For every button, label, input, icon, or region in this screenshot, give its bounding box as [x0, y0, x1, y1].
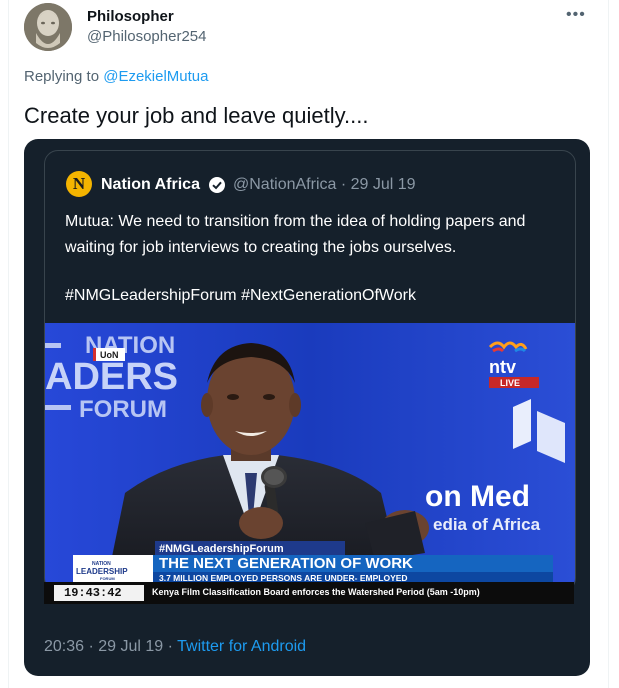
display-name[interactable]: Philosopher [87, 8, 174, 25]
tweet-text: Create your job and leave quietly.... [24, 103, 369, 128]
quoted-footer: 20:36 · 29 Jul 19 · Twitter for Android [44, 638, 306, 656]
user-handle[interactable]: @Philosopher254 [87, 28, 206, 45]
embedded-screenshot[interactable]: N Nation Africa @NationAfrica · 29 Jul 1… [24, 139, 590, 676]
quoted-display-name: Nation Africa [101, 176, 200, 193]
broadcast-clock: 19:43:42 [64, 586, 122, 600]
live-badge: LIVE [500, 378, 520, 388]
broadcast-headline: THE NEXT GENERATION OF WORK [159, 555, 413, 572]
uon-tag: UoN [100, 350, 119, 360]
quoted-hashtags: #NMGLeadershipForum #NextGenerationOfWor… [65, 287, 416, 304]
verified-badge-icon [209, 177, 225, 193]
footer-time: 20:36 · 29 Jul 19 · [44, 638, 178, 655]
quoted-text: Mutua: We need to transition from the id… [65, 213, 526, 256]
backdrop-line3: FORUM [79, 396, 167, 423]
broadcast-frame: NATION ADERS FORUM on Med edia of Africa… [45, 323, 575, 591]
quoted-tweet[interactable]: N Nation Africa @NationAfrica · 29 Jul 1… [44, 150, 576, 592]
nation-africa-logo-icon: N [66, 171, 92, 197]
broadcast-ticker: Kenya Film Classification Board enforces… [152, 587, 480, 597]
forum-badge-mid: LEADERSHIP [76, 567, 128, 576]
forum-badge-bot: FORUM [100, 576, 115, 581]
more-options-icon[interactable]: ••• [566, 6, 586, 24]
broadcast-image: NATION ADERS FORUM on Med edia of Africa… [45, 323, 575, 591]
backdrop-right2: edia of Africa [433, 515, 541, 534]
replying-to: Replying to @EzekielMutua [24, 68, 209, 85]
backdrop-right1: on Med [425, 480, 530, 513]
footer-source[interactable]: Twitter for Android [177, 638, 306, 655]
backdrop-line2: ADERS [45, 356, 178, 398]
channel-logo: ntv [489, 357, 516, 377]
quoted-meta: @NationAfrica · 29 Jul 19 [233, 176, 416, 193]
ticker-strip: 19:43:42 Kenya Film Classification Board… [44, 582, 574, 604]
replying-to-link[interactable]: @EzekielMutua [103, 68, 208, 85]
avatar[interactable] [24, 3, 72, 51]
replying-prefix: Replying to [24, 68, 104, 85]
lower-third-tag: #NMGLeadershipForum [159, 543, 284, 555]
